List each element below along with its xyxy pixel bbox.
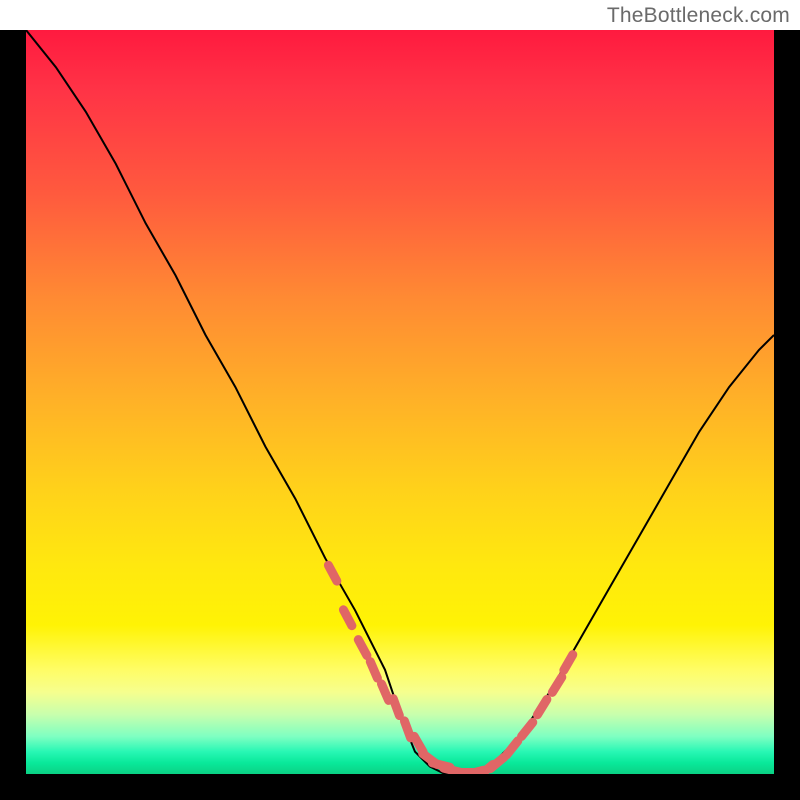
- highlight-dash: [490, 757, 504, 769]
- highlight-dash: [522, 722, 533, 736]
- plot-area: [26, 30, 774, 774]
- chart-frame: TheBottleneck.com: [0, 0, 800, 800]
- curve-svg: [26, 30, 774, 774]
- watermark-text: TheBottleneck.com: [607, 4, 790, 28]
- highlight-dash: [552, 677, 562, 692]
- highlight-dash: [358, 640, 367, 656]
- highlight-dash: [404, 721, 410, 738]
- highlight-dash: [382, 684, 389, 701]
- bottleneck-curve: [26, 30, 774, 774]
- highlight-markers: [328, 565, 572, 774]
- highlight-dash: [328, 565, 337, 581]
- top-bar: TheBottleneck.com: [0, 0, 800, 30]
- highlight-dash: [507, 741, 518, 755]
- highlight-dash: [370, 662, 377, 679]
- highlight-dash: [343, 610, 352, 626]
- highlight-dash: [537, 699, 547, 714]
- highlight-dash: [564, 655, 573, 671]
- highlight-dash: [393, 699, 399, 716]
